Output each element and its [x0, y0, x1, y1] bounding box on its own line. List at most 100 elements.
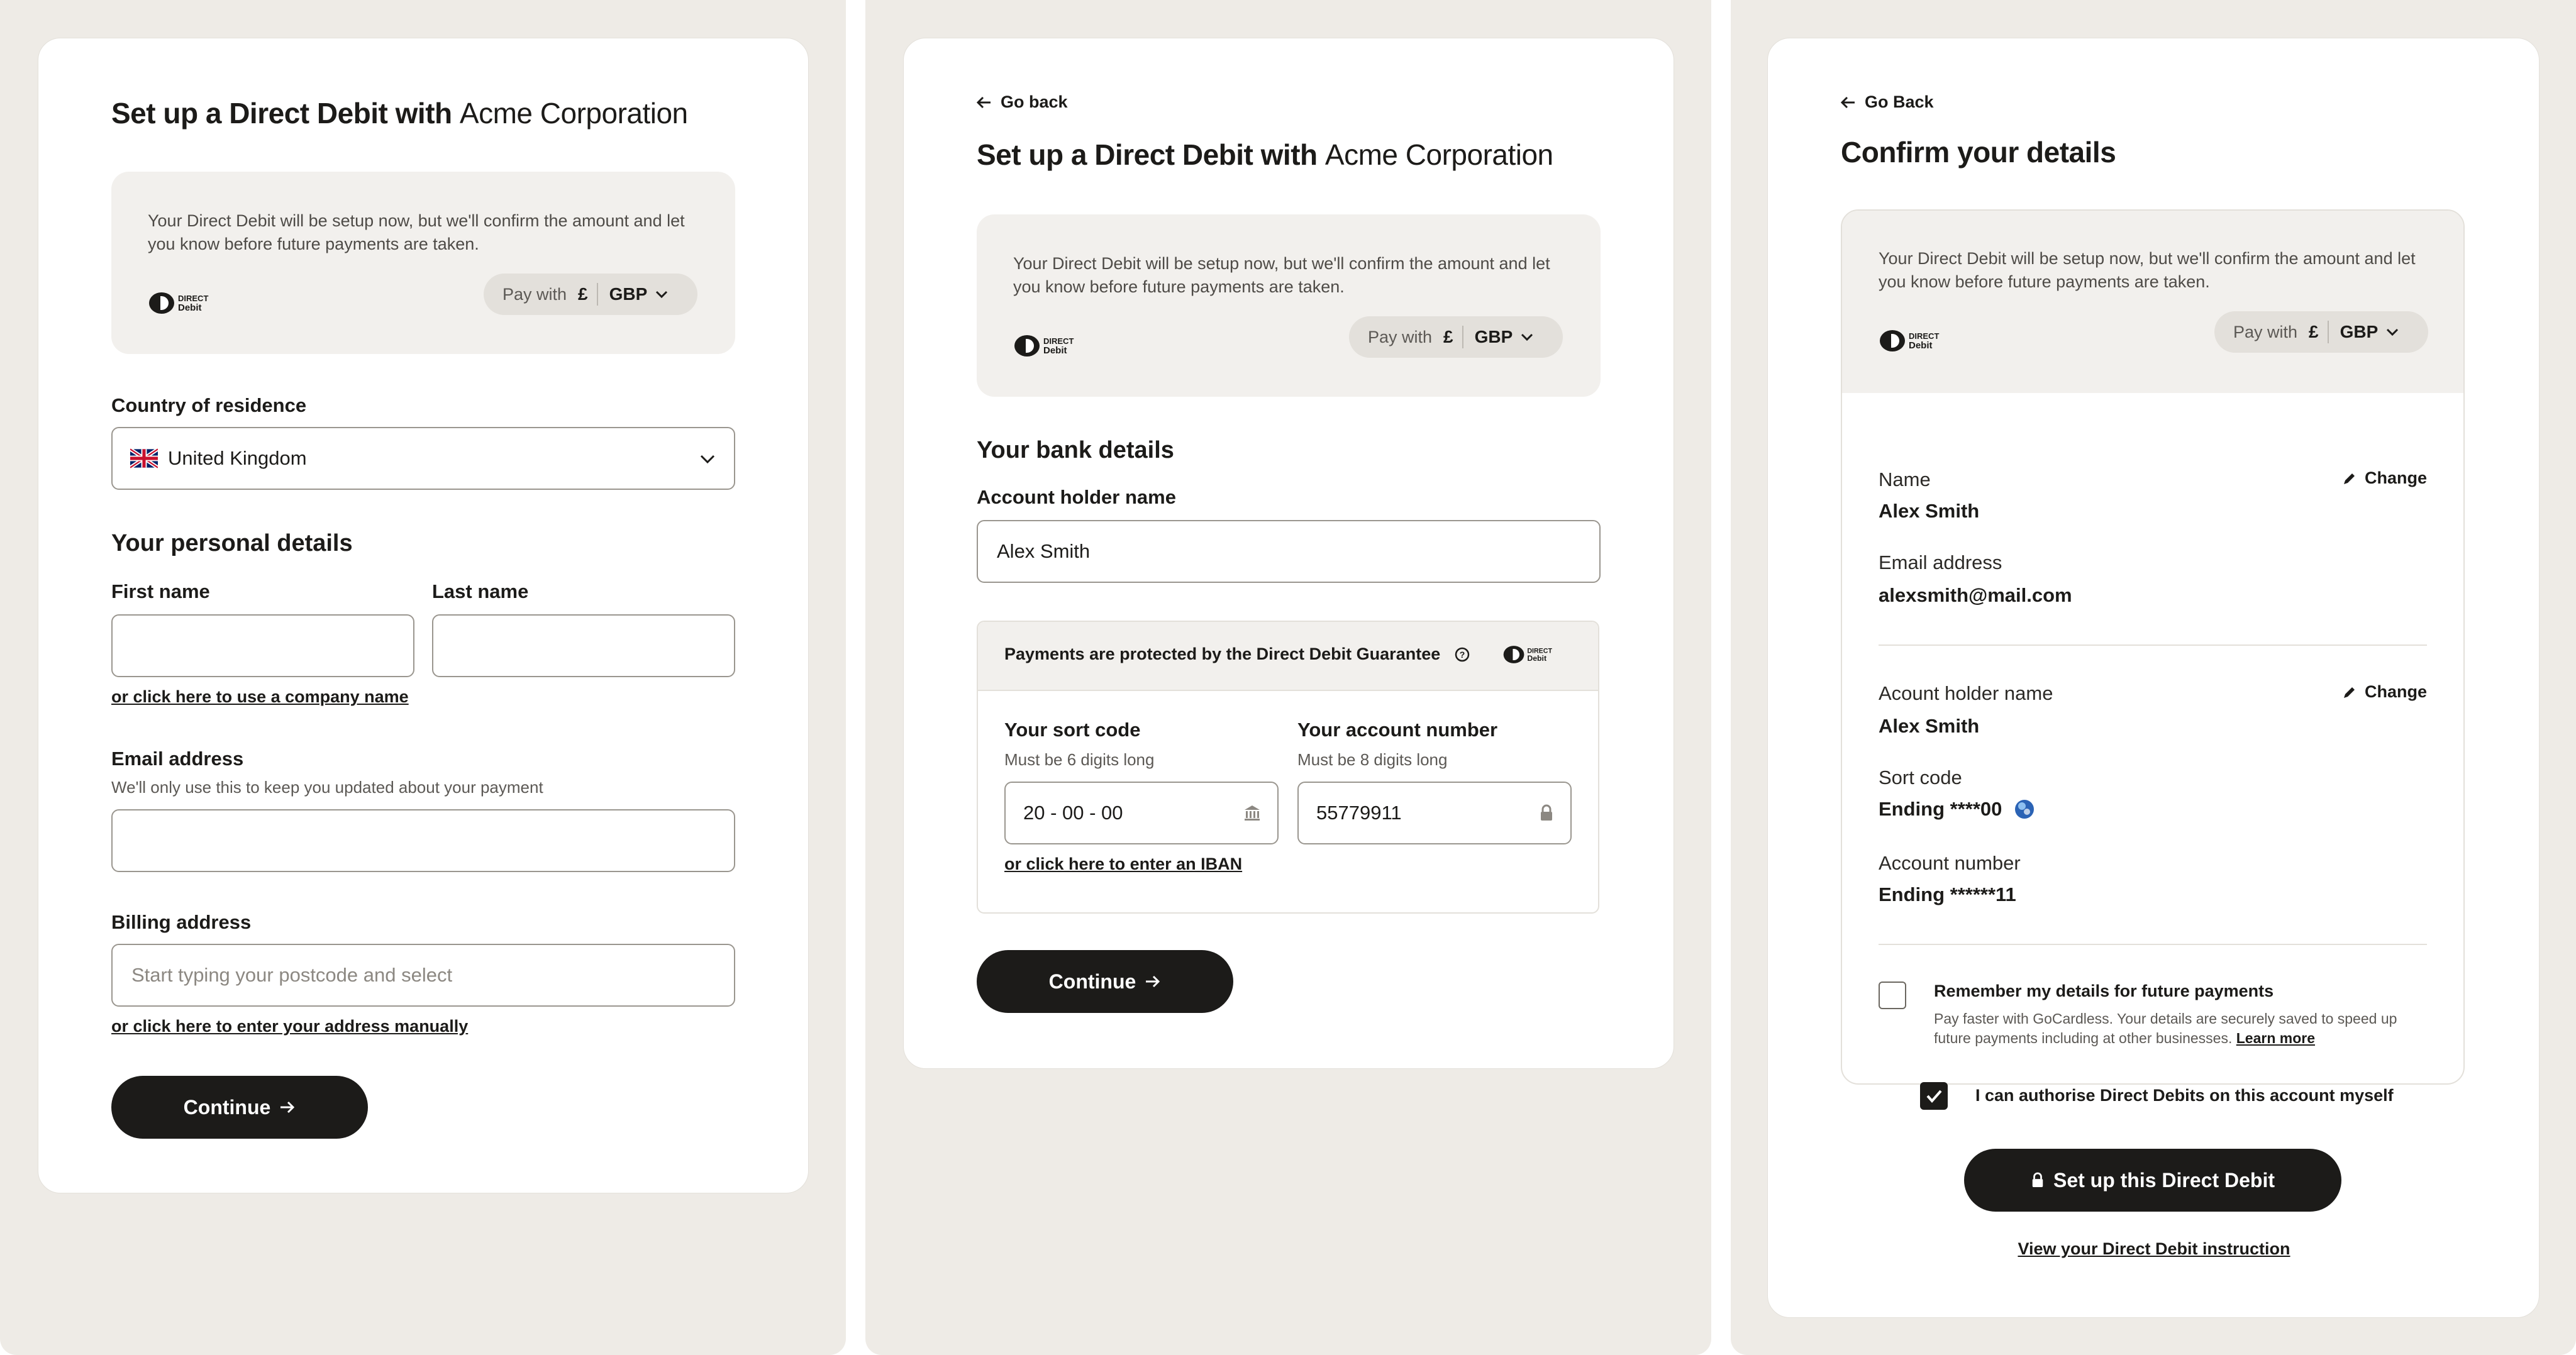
currency-selector[interactable]: Pay with £ GBP: [1349, 316, 1563, 358]
remember-details-label: Remember my details for future payments: [1934, 982, 2274, 1000]
account-number-value: Ending ******11: [1879, 883, 2016, 905]
arrow-right-icon: [1146, 975, 1160, 988]
setup-direct-debit-button[interactable]: Set up this Direct Debit: [1964, 1149, 2341, 1212]
change-bank-button[interactable]: Change: [2342, 682, 2427, 702]
last-name-field[interactable]: [432, 614, 735, 677]
svg-text:DIRECT: DIRECT: [178, 294, 208, 303]
account-holder-value: Alex Smith: [997, 540, 1091, 562]
country-label: Country of residence: [111, 394, 307, 416]
svg-text:Debit: Debit: [1527, 654, 1546, 663]
view-instruction-link[interactable]: View your Direct Debit instruction: [1768, 1239, 2540, 1259]
learn-more-link[interactable]: Learn more: [2236, 1030, 2315, 1046]
continue-button[interactable]: Continue: [977, 950, 1233, 1013]
uk-flag-icon: [130, 448, 158, 468]
svg-text:Debit: Debit: [1909, 340, 1933, 351]
currency-symbol: £: [2309, 322, 2319, 341]
guarantee-text: Payments are protected by the Direct Deb…: [1004, 644, 1470, 664]
sort-code-value: Ending ****00: [1879, 798, 2036, 821]
section-divider: [1879, 944, 2427, 945]
confirm-details-card: Go Back Confirm your details Your Direct…: [1767, 38, 2540, 1318]
first-name-label: First name: [111, 580, 210, 602]
remember-details-checkbox[interactable]: [1879, 982, 1906, 1009]
email-field[interactable]: [111, 809, 735, 872]
name-label: Name: [1879, 468, 1931, 490]
help-icon[interactable]: ?: [1454, 646, 1470, 663]
lock-icon: [2032, 1172, 2043, 1187]
personal-details-heading: Your personal details: [111, 530, 353, 556]
account-number-value: 55779911: [1316, 802, 1402, 824]
billing-address-label: Billing address: [111, 911, 252, 933]
account-number-field[interactable]: 55779911: [1297, 782, 1572, 844]
chevron-down-icon: [2387, 328, 2399, 336]
authorise-checkbox[interactable]: [1920, 1082, 1948, 1110]
page-title: Set up a Direct Debit with Acme Corporat…: [977, 138, 1553, 171]
first-name-field[interactable]: [111, 614, 414, 677]
account-holder-field[interactable]: Alex Smith: [977, 520, 1601, 583]
country-value: United Kingdom: [168, 447, 307, 469]
info-box: Your Direct Debit will be setup now, but…: [977, 214, 1601, 397]
section-divider: [1879, 644, 2427, 646]
account-number-hint: Must be 8 digits long: [1297, 750, 1448, 769]
svg-text:Debit: Debit: [178, 302, 202, 313]
checkmark-icon: [1926, 1090, 1942, 1103]
arrow-right-icon: [280, 1101, 295, 1114]
currency-selector[interactable]: Pay with £ GBP: [484, 274, 697, 315]
arrow-left-icon: [1841, 96, 1855, 108]
currency-symbol: £: [578, 284, 588, 304]
sort-code-hint: Must be 6 digits long: [1004, 750, 1155, 769]
arrow-left-icon: [977, 96, 991, 108]
svg-text:?: ?: [1460, 650, 1465, 660]
email-value: alexsmith@mail.com: [1879, 584, 2072, 606]
direct-debit-logo-icon: DIRECT Debit: [1880, 330, 1939, 351]
account-number-label: Your account number: [1297, 719, 1498, 741]
info-text: Your Direct Debit will be setup now, but…: [1013, 254, 1550, 296]
pencil-icon: [2343, 473, 2355, 484]
currency-code: GBP: [609, 284, 648, 304]
company-name-link[interactable]: or click here to use a company name: [111, 687, 409, 707]
account-holder-value: Alex Smith: [1879, 715, 1980, 737]
svg-text:Debit: Debit: [1043, 345, 1067, 356]
guarantee-panel: Payments are protected by the Direct Deb…: [977, 621, 1599, 914]
country-select[interactable]: United Kingdom: [111, 427, 735, 490]
last-name-label: Last name: [432, 580, 529, 602]
currency-code: GBP: [1474, 327, 1513, 346]
direct-debit-logo-icon: DIRECT Debit: [1014, 335, 1074, 357]
sort-code-label: Sort code: [1879, 766, 1962, 788]
authorise-label: I can authorise Direct Debits on this ac…: [1975, 1086, 2394, 1105]
pay-with-label: Pay with: [1368, 327, 1433, 346]
account-number-label: Account number: [1879, 852, 2021, 874]
direct-debit-logo-icon: DIRECT Debit: [1503, 646, 1552, 663]
chevron-down-icon: [1521, 333, 1533, 341]
currency-symbol: £: [1443, 327, 1453, 346]
bank-details-heading: Your bank details: [977, 437, 1174, 463]
bank-icon: [1245, 805, 1260, 821]
sort-code-value: 20 - 00 - 00: [1023, 802, 1123, 824]
account-holder-label: Account holder name: [977, 486, 1176, 508]
info-box: Your Direct Debit will be setup now, but…: [1842, 211, 2463, 393]
currency-code: GBP: [2340, 322, 2379, 341]
page-title: Confirm your details: [1841, 136, 2116, 169]
bank-details-card: Go back Set up a Direct Debit with Acme …: [903, 38, 1674, 1069]
billing-address-field[interactable]: Start typing your postcode and select: [111, 944, 735, 1007]
change-name-button[interactable]: Change: [2342, 468, 2427, 488]
go-back-link[interactable]: Go back: [977, 92, 1068, 112]
lock-icon: [1541, 804, 1552, 821]
sort-code-field[interactable]: 20 - 00 - 00: [1004, 782, 1279, 844]
continue-button[interactable]: Continue: [111, 1076, 368, 1139]
page-title: Set up a Direct Debit with Acme Corporat…: [111, 97, 688, 130]
chevron-down-icon: [700, 455, 715, 464]
info-text: Your Direct Debit will be setup now, but…: [1879, 249, 2416, 291]
name-value: Alex Smith: [1879, 500, 1980, 522]
currency-selector[interactable]: Pay with £ GBP: [2214, 311, 2428, 353]
pencil-icon: [2343, 687, 2355, 698]
chevron-down-icon: [656, 290, 668, 299]
email-hint: We'll only use this to keep you updated …: [111, 778, 543, 797]
bank-brand-icon: [2015, 800, 2035, 819]
sort-code-label: Your sort code: [1004, 719, 1141, 741]
manual-address-link[interactable]: or click here to enter your address manu…: [111, 1017, 468, 1036]
pay-with-label: Pay with: [2233, 322, 2298, 341]
pay-with-label: Pay with: [502, 284, 567, 304]
go-back-link[interactable]: Go Back: [1841, 92, 1934, 112]
direct-debit-logo-icon: DIRECT Debit: [149, 292, 208, 314]
iban-link[interactable]: or click here to enter an IBAN: [1004, 854, 1242, 874]
